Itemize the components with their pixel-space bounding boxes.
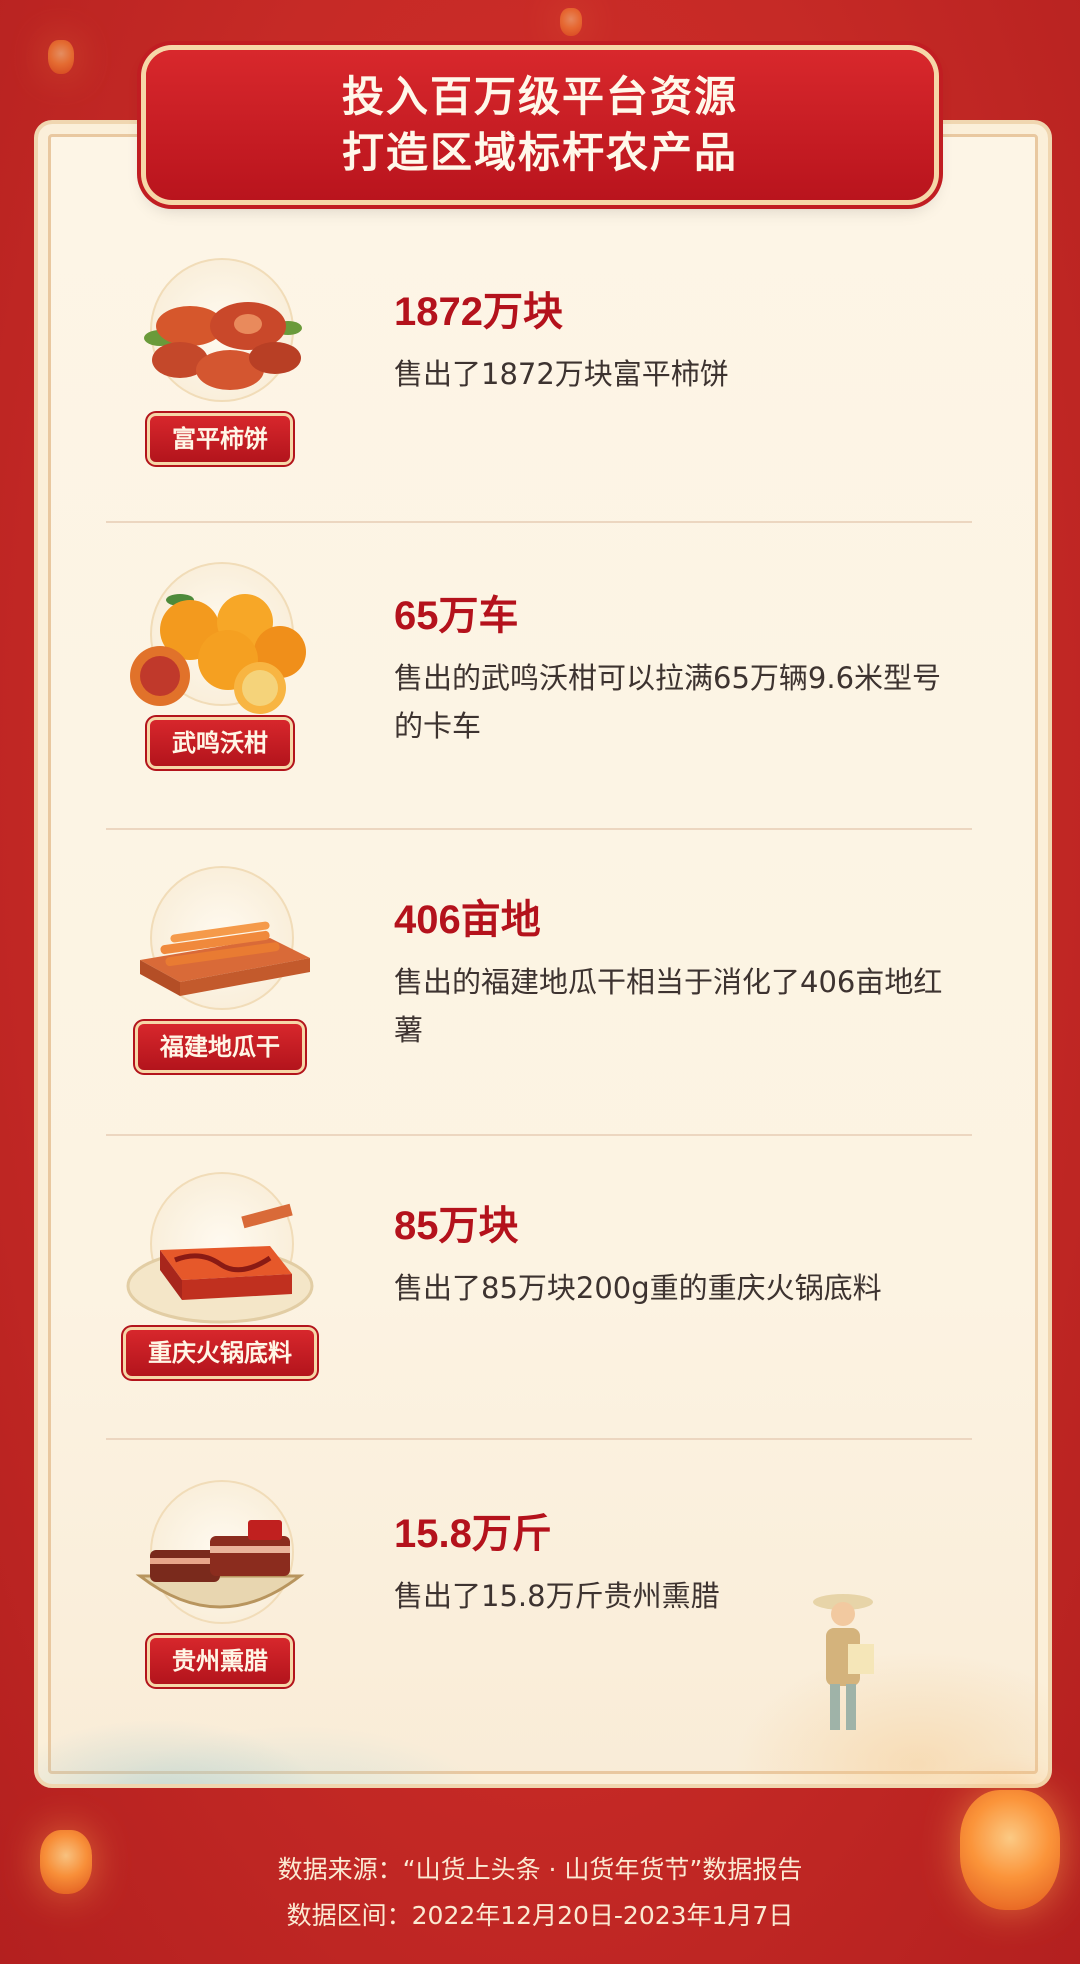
list-item: 武鸣沃柑 65万车 售出的武鸣沃柑可以拉满65万辆9.6米型号的卡车 — [106, 562, 972, 792]
stat-value: 15.8万斤 — [394, 1512, 552, 1556]
stat-description: 售出了15.8万斤贵州熏腊 — [394, 1579, 720, 1613]
stat-description: 售出了1872万块富平柿饼 — [394, 357, 729, 391]
product-illustration: 福建地瓜干 — [120, 866, 320, 1070]
list-item: 重庆火锅底料 85万块 售出了85万块200g重的重庆火锅底料 — [106, 1172, 972, 1402]
list-item: 富平柿饼 1872万块 售出了1872万块富平柿饼 — [106, 258, 972, 488]
divider — [106, 521, 972, 523]
divider — [106, 1438, 972, 1440]
stat-value: 85万块 — [394, 1204, 519, 1248]
title-line-2: 打造区域标杆农产品 — [341, 128, 738, 177]
divider — [106, 1134, 972, 1136]
title-line-1: 投入百万级平台资源 — [341, 72, 738, 121]
stat-value: 1872万块 — [394, 290, 563, 334]
tangerine-icon — [130, 594, 306, 714]
product-tag: 富平柿饼 — [150, 416, 290, 462]
title-banner: 投入百万级平台资源 打造区域标杆农产品 — [146, 50, 934, 200]
divider — [106, 828, 972, 830]
sweet-potato-icon — [140, 921, 310, 996]
list-item: 贵州熏腊 15.8万斤 售出了15.8万斤贵州熏腊 — [106, 1480, 972, 1710]
product-tag: 重庆火锅底料 — [126, 1330, 314, 1376]
list-item: 福建地瓜干 406亩地 售出的福建地瓜干相当于消化了406亩地红薯 — [106, 866, 972, 1096]
hotpot-base-icon — [126, 1203, 314, 1324]
lantern-icon — [560, 8, 582, 36]
smoked-pork-icon — [135, 1520, 305, 1609]
product-illustration: 武鸣沃柑 — [120, 562, 320, 766]
stat-description: 售出了85万块200g重的重庆火锅底料 — [394, 1271, 882, 1305]
stat-description: 售出的武鸣沃柑可以拉满65万辆9.6米型号的卡车 — [394, 661, 942, 743]
product-tag: 武鸣沃柑 — [150, 720, 290, 766]
persimmon-cake-icon — [144, 302, 302, 390]
data-source-text: 数据来源：“山货上头条 · 山货年货节”数据报告 — [277, 1855, 803, 1884]
stat-value: 65万车 — [394, 594, 519, 638]
stat-description: 售出的福建地瓜干相当于消化了406亩地红薯 — [394, 965, 943, 1047]
product-illustration: 贵州熏腊 — [120, 1480, 320, 1684]
lantern-icon — [48, 40, 74, 74]
stat-value: 406亩地 — [394, 898, 541, 942]
product-illustration: 重庆火锅底料 — [120, 1172, 320, 1376]
product-tag: 贵州熏腊 — [150, 1638, 290, 1684]
product-tag: 福建地瓜干 — [138, 1024, 302, 1070]
product-illustration: 富平柿饼 — [120, 258, 320, 462]
data-range-text: 数据区间：2022年12月20日-2023年1月7日 — [286, 1901, 794, 1930]
